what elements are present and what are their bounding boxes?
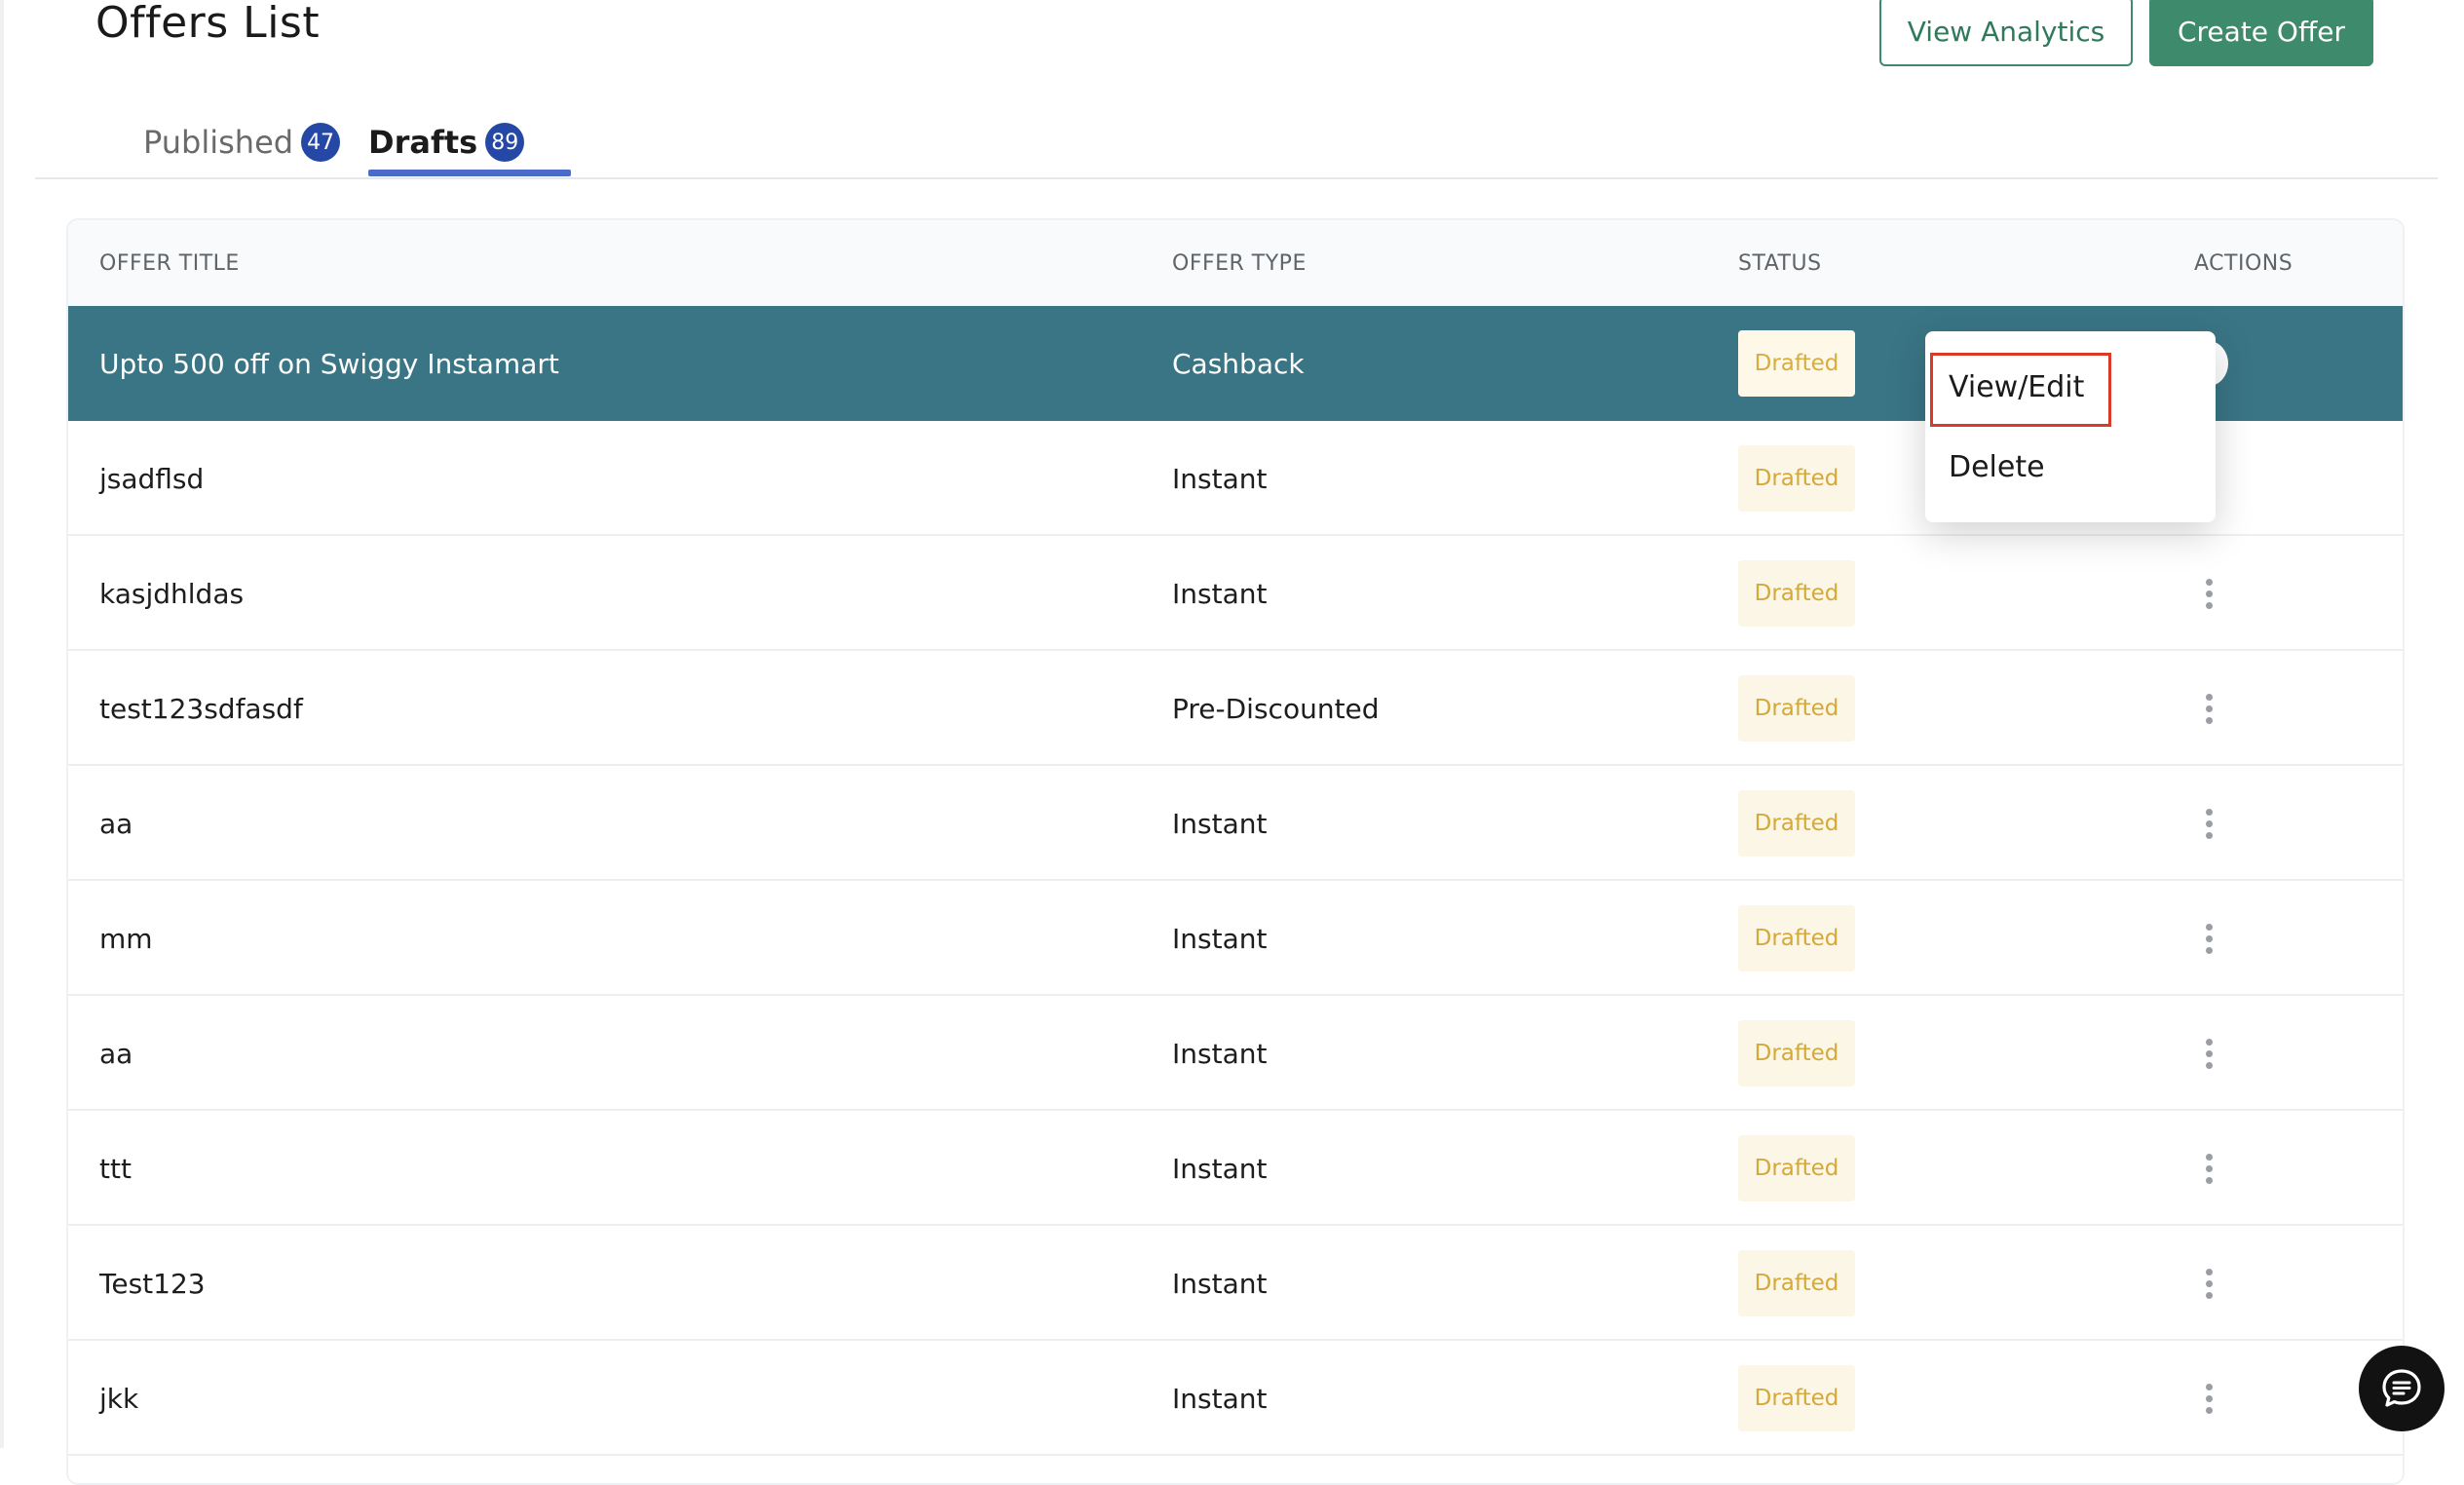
- row-actions-button[interactable]: [2189, 1111, 2228, 1226]
- row-actions-button[interactable]: [2189, 536, 2228, 651]
- chat-bubble-icon: [2382, 1369, 2421, 1407]
- offer-type-cell: Instant: [1172, 1267, 1268, 1300]
- kebab-vertical-icon[interactable]: [2205, 578, 2213, 609]
- table-header: OFFER TITLE OFFER TYPE STATUS ACTIONS: [68, 220, 2403, 306]
- status-badge: Drafted: [1738, 560, 1855, 627]
- kebab-vertical-icon[interactable]: [2205, 1383, 2213, 1414]
- offer-title-cell: Test123: [99, 1267, 206, 1300]
- offer-title-cell: kasjdhldas: [99, 577, 245, 610]
- table-row[interactable]: ttt Instant Drafted: [68, 1111, 2403, 1226]
- offer-title-cell: aa: [99, 807, 133, 840]
- left-border: [0, 0, 4, 1448]
- row-actions-button[interactable]: [2189, 881, 2228, 996]
- page-title: Offers List: [95, 0, 321, 48]
- status-cell: Drafted: [1738, 421, 1855, 536]
- tab-published-label: Published: [143, 124, 294, 161]
- status-cell: Drafted: [1738, 881, 1855, 996]
- chat-button[interactable]: [2359, 1346, 2445, 1431]
- status-badge: Drafted: [1738, 1135, 1855, 1201]
- table-row[interactable]: aa Instant Drafted: [68, 996, 2403, 1111]
- status-badge: Drafted: [1738, 330, 1855, 397]
- row-actions-button[interactable]: [2189, 651, 2228, 766]
- status-badge: Drafted: [1738, 675, 1855, 742]
- offer-title-cell: jsadflsd: [99, 462, 205, 495]
- status-cell: Drafted: [1738, 651, 1855, 766]
- active-tab-indicator: [368, 170, 571, 176]
- status-badge: Drafted: [1738, 790, 1855, 857]
- offer-type-cell: Instant: [1172, 1037, 1268, 1070]
- offer-type-cell: Cashback: [1172, 347, 1305, 380]
- row-actions-button[interactable]: [2189, 1341, 2228, 1456]
- kebab-vertical-icon[interactable]: [2205, 1153, 2213, 1184]
- create-offer-button[interactable]: Create Offer: [2149, 0, 2373, 66]
- status-badge: Drafted: [1738, 1020, 1855, 1086]
- offer-type-cell: Instant: [1172, 1382, 1268, 1415]
- offer-type-cell: Instant: [1172, 807, 1268, 840]
- tab-published[interactable]: Published 47: [143, 107, 341, 177]
- status-badge: Drafted: [1738, 1250, 1855, 1316]
- row-actions-button[interactable]: [2189, 996, 2228, 1111]
- table-row[interactable]: mm Instant Drafted: [68, 881, 2403, 996]
- status-cell: Drafted: [1738, 306, 1855, 421]
- status-badge: Drafted: [1738, 1365, 1855, 1431]
- view-edit-highlight: [1930, 353, 2111, 427]
- kebab-vertical-icon[interactable]: [2205, 923, 2213, 954]
- offer-title-cell: ttt: [99, 1152, 132, 1185]
- offer-title-cell: Upto 500 off on Swiggy Instamart: [99, 347, 559, 380]
- offer-type-cell: Instant: [1172, 577, 1268, 610]
- tabs-divider: [35, 177, 2438, 179]
- table-row[interactable]: kasjdhldas Instant Drafted: [68, 536, 2403, 651]
- offer-title-cell: aa: [99, 1037, 133, 1070]
- offer-title-cell: jkk: [99, 1382, 139, 1415]
- column-header-actions: ACTIONS: [2194, 250, 2293, 276]
- status-cell: Drafted: [1738, 766, 1855, 881]
- status-cell: Drafted: [1738, 996, 1855, 1111]
- status-cell: Drafted: [1738, 1341, 1855, 1456]
- kebab-vertical-icon[interactable]: [2205, 808, 2213, 839]
- status-cell: Drafted: [1738, 536, 1855, 651]
- tab-drafts-label: Drafts: [368, 124, 478, 161]
- table-row[interactable]: aa Instant Drafted: [68, 766, 2403, 881]
- offer-type-cell: Pre-Discounted: [1172, 692, 1380, 725]
- offer-type-cell: Instant: [1172, 1152, 1268, 1185]
- kebab-vertical-icon[interactable]: [2205, 1268, 2213, 1299]
- status-cell: Drafted: [1738, 1226, 1855, 1341]
- offer-type-cell: Instant: [1172, 462, 1268, 495]
- kebab-vertical-icon[interactable]: [2205, 1038, 2213, 1069]
- table-row[interactable]: test123sdfasdf Pre-Discounted Drafted: [68, 651, 2403, 766]
- status-cell: Drafted: [1738, 1111, 1855, 1226]
- offer-title-cell: mm: [99, 922, 153, 955]
- offer-type-cell: Instant: [1172, 922, 1268, 955]
- kebab-vertical-icon[interactable]: [2205, 693, 2213, 724]
- view-analytics-button[interactable]: View Analytics: [1879, 0, 2133, 66]
- column-header-offer-type: OFFER TYPE: [1172, 250, 1307, 276]
- status-badge: Drafted: [1738, 445, 1855, 512]
- status-badge: Drafted: [1738, 905, 1855, 971]
- row-actions-button[interactable]: [2189, 1226, 2228, 1341]
- column-header-offer-title: OFFER TITLE: [99, 250, 240, 276]
- tab-drafts-count: 89: [485, 123, 525, 162]
- table-row[interactable]: jkk Instant Drafted: [68, 1341, 2403, 1456]
- column-header-status: STATUS: [1738, 250, 1822, 276]
- tab-published-count: 47: [301, 123, 341, 162]
- menu-item-delete[interactable]: Delete: [1949, 450, 2045, 484]
- table-row[interactable]: Test123 Instant Drafted: [68, 1226, 2403, 1341]
- tab-drafts[interactable]: Drafts 89: [368, 107, 571, 177]
- offer-title-cell: test123sdfasdf: [99, 692, 303, 725]
- row-actions-button[interactable]: [2189, 766, 2228, 881]
